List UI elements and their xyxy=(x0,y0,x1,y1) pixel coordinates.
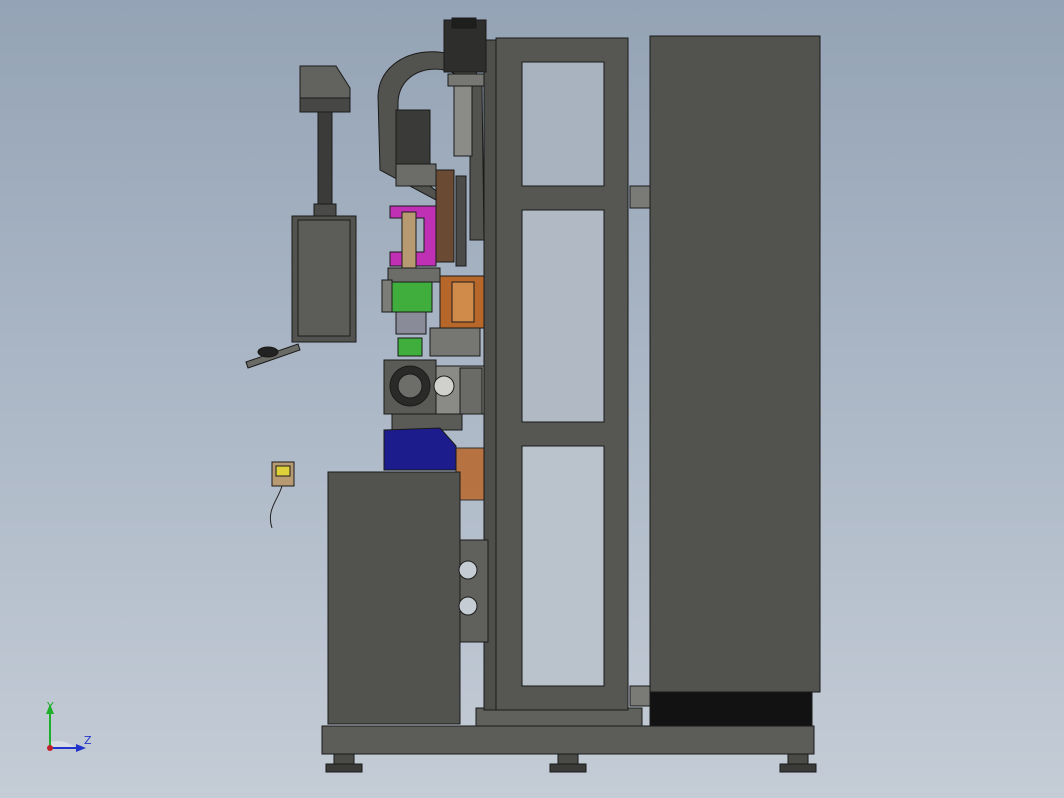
left-actuator xyxy=(245,65,357,369)
rotary-module xyxy=(383,359,485,431)
mid-motor xyxy=(395,109,437,187)
lower-cabinet xyxy=(327,471,489,725)
floating-sensor xyxy=(269,461,295,529)
y-axis-label: Y xyxy=(46,700,54,713)
coordinate-triad: Y Z xyxy=(46,700,92,752)
cad-viewport[interactable]: Y Z xyxy=(0,0,1064,798)
right-cabinet xyxy=(629,35,821,727)
z-axis-label: Z xyxy=(84,734,92,747)
central-frame xyxy=(483,37,629,711)
origin-point xyxy=(47,745,53,751)
